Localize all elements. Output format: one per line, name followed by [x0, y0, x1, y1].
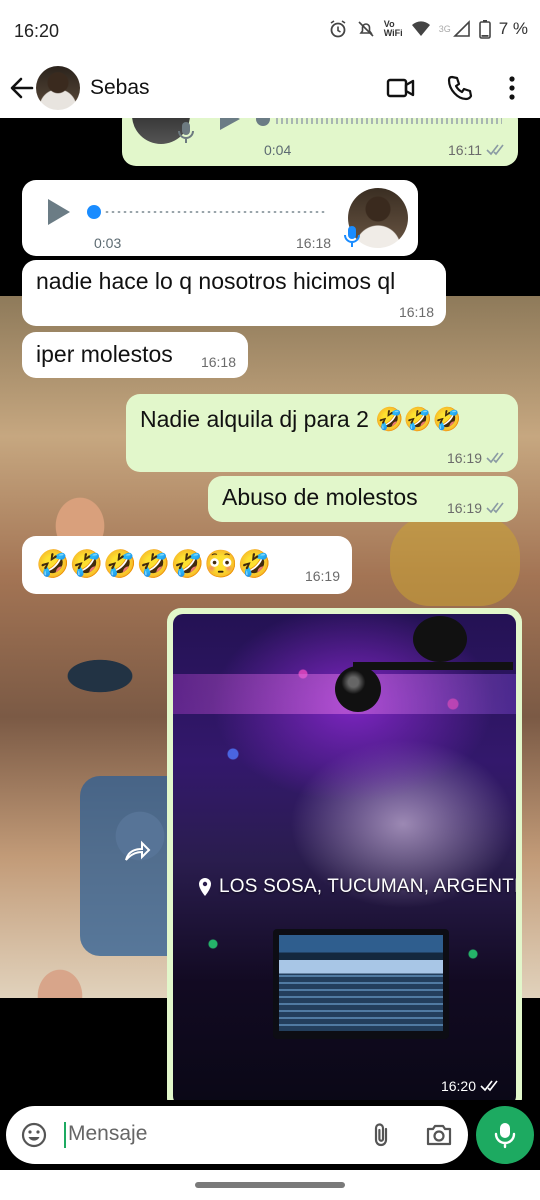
photo-laptop	[273, 929, 449, 1039]
message-text-outgoing[interactable]: Abuso de molestos 16:19	[208, 476, 518, 522]
voice-progress-dot	[256, 118, 270, 126]
message-meta: 16:19	[447, 500, 506, 516]
message-text: Nadie alquila dj para 2 🤣🤣🤣	[140, 406, 462, 432]
attach-icon[interactable]	[368, 1121, 396, 1149]
message-time: 16:19	[446, 500, 482, 516]
voice-waveform	[276, 118, 502, 124]
mic-icon	[494, 1123, 516, 1149]
signal-icon	[452, 20, 470, 37]
location-pin-icon	[199, 878, 211, 896]
message-time: 16:18	[398, 304, 434, 320]
status-time: 16:20	[14, 21, 60, 41]
message-meta: 16:18	[201, 354, 236, 370]
alarm-icon	[330, 20, 346, 38]
message-emoji-incoming[interactable]: 🤣🤣🤣🤣🤣😳🤣 16:19	[22, 536, 352, 594]
contact-name[interactable]: Sebas	[90, 76, 150, 100]
double-check-icon	[486, 452, 504, 464]
more-options-icon[interactable]	[500, 74, 524, 102]
voice-duration: 0:03	[94, 235, 122, 251]
message-time: 16:20	[440, 1078, 476, 1094]
double-check-icon	[486, 502, 504, 514]
play-icon[interactable]	[220, 118, 240, 130]
wifi-icon	[411, 21, 430, 36]
message-placeholder: Mensaje	[68, 1122, 148, 1145]
mic-icon	[178, 122, 194, 143]
voice-progress-track[interactable]	[104, 211, 326, 213]
message-text-incoming[interactable]: nadie hace lo q nosotros hicimos ql 16:1…	[22, 260, 446, 326]
message-image-outgoing[interactable]: LOS SOSA, TUCUMAN, ARGENTINA 16:20	[167, 608, 522, 1100]
message-text: nadie hace lo q nosotros hicimos ql	[36, 268, 396, 294]
message-text-outgoing[interactable]: Nadie alquila dj para 2 🤣🤣🤣 16:19	[126, 394, 518, 472]
mute-bell-icon	[358, 21, 374, 37]
photo-disco-ball	[335, 666, 381, 712]
double-check-icon	[486, 144, 504, 156]
chat-header: Sebas	[0, 62, 540, 118]
network-type: 3G	[438, 24, 451, 34]
voice-duration: 0:04	[264, 142, 292, 158]
photo-laptop-rows	[279, 975, 443, 1031]
voice-progress-dot[interactable]	[87, 205, 101, 219]
double-check-icon	[480, 1080, 498, 1092]
home-gesture-handle[interactable]	[195, 1182, 345, 1188]
chat-area[interactable]: 0:04 16:11 0:03 16:18 nadie hace lo q no…	[0, 118, 540, 1100]
message-meta: 16:20	[441, 1078, 500, 1094]
message-voice-outgoing[interactable]: 0:04 16:11	[122, 118, 518, 166]
message-time: 16:19	[304, 568, 340, 584]
message-voice-incoming[interactable]: 0:03 16:18	[22, 180, 418, 256]
contact-avatar[interactable]	[36, 66, 80, 110]
voice-record-button[interactable]	[476, 1106, 534, 1164]
mic-icon	[344, 226, 360, 247]
message-meta: 16:19	[447, 450, 506, 466]
message-text: Abuso de molestos	[222, 484, 418, 510]
emoji-icon[interactable]	[20, 1121, 48, 1149]
battery-icon	[478, 20, 491, 39]
message-time: 16:11	[448, 142, 482, 158]
wallpaper-shape	[390, 516, 520, 606]
message-text: 🤣🤣🤣🤣🤣😳🤣	[36, 549, 272, 579]
camera-icon[interactable]	[424, 1121, 454, 1149]
battery-percent: 7 %	[498, 19, 528, 38]
status-icons: Vo WiFi 3G 7 %	[328, 19, 528, 39]
vowifi-label: Vo WiFi	[384, 20, 403, 38]
photo-spotlight	[413, 616, 467, 662]
message-time: 16:18	[296, 235, 332, 251]
message-text: iper molestos	[36, 341, 173, 367]
video-call-icon[interactable]	[386, 74, 416, 102]
shared-photo[interactable]: LOS SOSA, TUCUMAN, ARGENTINA 16:20	[173, 614, 516, 1100]
message-input[interactable]: Mensaje	[6, 1106, 468, 1164]
location-text: LOS SOSA, TUCUMAN, ARGENTINA	[219, 876, 516, 897]
photo-light-bar	[353, 662, 513, 670]
play-icon[interactable]	[48, 199, 70, 225]
voice-call-icon[interactable]	[446, 74, 474, 102]
message-text-incoming[interactable]: iper molestos 16:18	[22, 332, 248, 378]
location-sticker: LOS SOSA, TUCUMAN, ARGENTINA	[197, 876, 516, 898]
message-meta: 16:19	[305, 568, 340, 584]
status-bar: 16:20 Vo WiFi 3G 7 %	[0, 0, 540, 62]
message-time: 16:19	[446, 450, 482, 466]
back-arrow-icon[interactable]	[8, 74, 36, 102]
message-meta: 16:11	[448, 142, 506, 158]
forward-icon[interactable]	[122, 836, 152, 866]
text-cursor	[64, 1122, 66, 1148]
message-composer: Mensaje	[0, 1100, 540, 1170]
system-nav-bar	[0, 1170, 540, 1200]
message-meta: 16:18	[399, 304, 434, 320]
vowifi-label-bottom: WiFi	[383, 28, 403, 38]
message-time: 16:18	[200, 354, 236, 370]
